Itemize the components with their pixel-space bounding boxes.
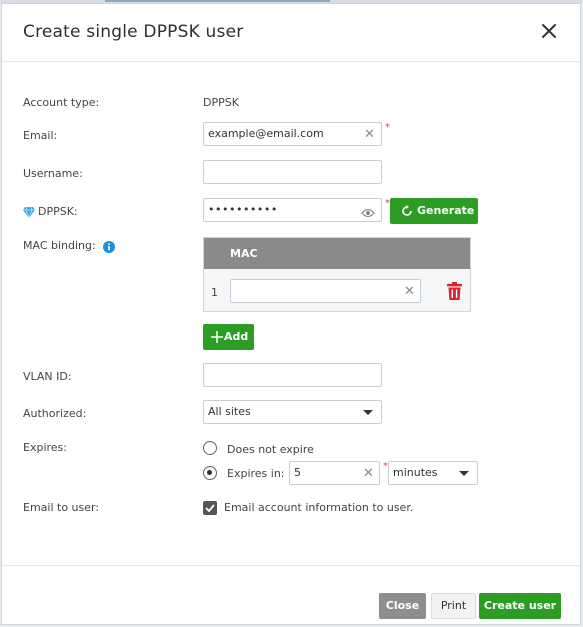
gem-icon — [23, 203, 35, 222]
email-to-user-checkbox[interactable] — [203, 500, 217, 519]
add-mac-button[interactable]: Add — [203, 324, 254, 350]
expires-unit-selected: minutes — [393, 466, 438, 479]
plus-icon — [211, 331, 223, 343]
dppsk-field[interactable]: •••••••••• — [203, 198, 382, 222]
mac-clear-icon[interactable]: ✕ — [404, 285, 415, 298]
eye-icon[interactable] — [361, 204, 375, 223]
trash-icon[interactable] — [447, 282, 462, 304]
dialog-footer: Close Print Create user — [2, 565, 580, 626]
email-label: Email: — [23, 129, 58, 142]
info-icon[interactable] — [103, 238, 115, 257]
dialog-header: Create single DPPSK user — [2, 4, 580, 62]
background-link — [105, 0, 330, 2]
close-icon[interactable] — [538, 20, 560, 42]
email-field[interactable]: example@email.com — [203, 122, 382, 146]
expires-in-radio[interactable] — [203, 466, 217, 480]
expires-amount-value: 5 — [294, 466, 301, 479]
generate-label: Generate — [417, 204, 475, 217]
mac-row-index: 1 — [211, 286, 218, 299]
expires-clear-icon[interactable]: ✕ — [363, 467, 374, 480]
mac-table-header: MAC — [204, 238, 470, 269]
authorized-selected: All sites — [208, 405, 251, 418]
mac-input[interactable] — [230, 279, 421, 303]
create-user-button[interactable]: Create user — [479, 593, 561, 619]
chevron-down-icon — [363, 410, 373, 415]
close-button[interactable]: Close — [379, 593, 426, 619]
account-type-label: Account type: — [23, 96, 100, 109]
email-required-mark: * — [385, 122, 390, 133]
mac-binding-label: MAC binding: — [23, 239, 96, 252]
does-not-expire-radio[interactable] — [203, 441, 217, 455]
username-field[interactable] — [203, 160, 382, 184]
refresh-icon — [402, 205, 412, 216]
authorized-label: Authorized: — [23, 407, 87, 420]
email-clear-icon[interactable]: ✕ — [364, 128, 375, 141]
print-button[interactable]: Print — [431, 593, 476, 619]
dialog-title: Create single DPPSK user — [23, 22, 244, 42]
username-label: Username: — [23, 167, 83, 180]
dppsk-value: •••••••••• — [208, 203, 278, 216]
chevron-down-icon — [459, 471, 469, 476]
account-type-value: DPPSK — [203, 96, 239, 109]
expires-unit-select[interactable]: minutes — [388, 461, 478, 485]
create-dppsk-user-dialog: Create single DPPSK user Account type: D… — [1, 3, 581, 625]
email-to-user-checkbox-label: Email account information to user. — [224, 501, 414, 514]
expires-in-label: Expires in: — [227, 467, 285, 480]
mac-binding-table: MAC 1 ✕ — [203, 237, 471, 312]
vlan-id-label: VLAN ID: — [23, 370, 72, 383]
expires-label: Expires: — [23, 441, 67, 454]
vlan-id-field[interactable] — [203, 363, 382, 387]
authorized-select[interactable]: All sites — [203, 400, 382, 424]
email-value: example@email.com — [208, 127, 324, 140]
add-label: Add — [224, 330, 249, 343]
mac-column-header: MAC — [230, 247, 258, 260]
email-to-user-label: Email to user: — [23, 501, 100, 514]
dppsk-label: DPPSK: — [38, 205, 78, 218]
generate-button[interactable]: Generate — [390, 198, 478, 224]
does-not-expire-label: Does not expire — [227, 443, 314, 456]
